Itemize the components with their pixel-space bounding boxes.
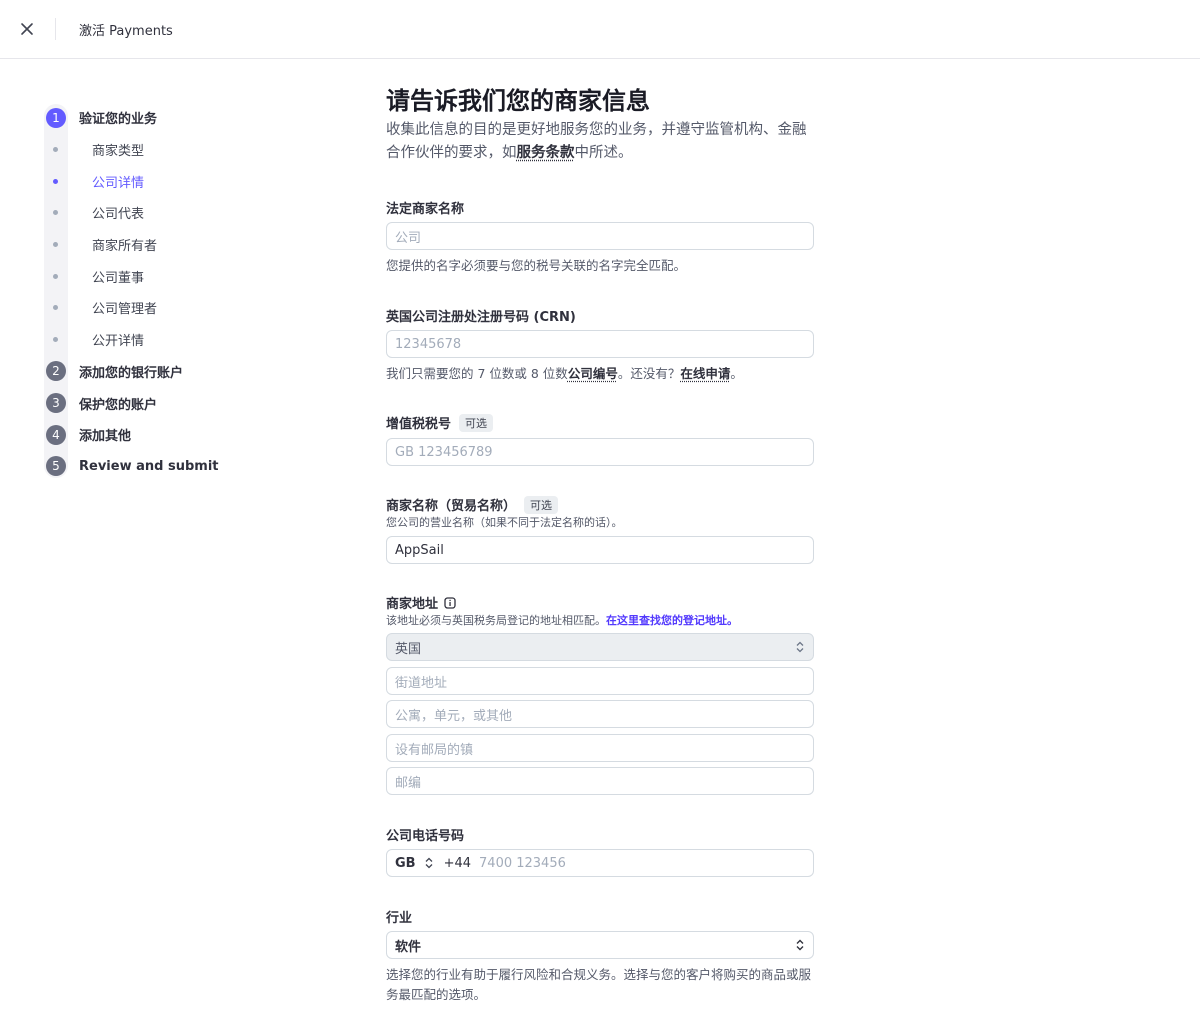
step-label: 添加您的银行账户	[79, 365, 184, 381]
step-label: Review and submit	[79, 458, 219, 474]
crn-help-text: 。还没有？	[617, 366, 681, 381]
substep-company-executives[interactable]: 公司管理者	[44, 292, 304, 324]
substep-label: 商家所有者	[92, 239, 158, 255]
industry-help: 选择您的行业有助于履行风险和合规义务。选择与您的客户将购买的商品或服务最匹配的选…	[386, 967, 812, 1002]
find-registered-address-link[interactable]: 在这里查找您的登记地址。	[606, 614, 738, 627]
page-description: 收集此信息的目的是更好地服务您的业务，并遵守监管机构、金融合作伙伴的要求，如服务…	[386, 119, 814, 165]
vat-input[interactable]: GB 123456789	[386, 438, 814, 466]
substep-dot	[53, 178, 58, 184]
phone-dial-code: +44	[443, 855, 472, 871]
substep-dot	[53, 273, 58, 279]
field-label-text: 商家名称（贸易名称）	[386, 499, 517, 514]
substep-public-details[interactable]: 公开详情	[44, 324, 304, 356]
postcode-input[interactable]: 邮编	[386, 767, 814, 795]
substep-label: 公司详情	[92, 175, 145, 191]
onboarding-steps-sidebar: 1 验证您的业务 商家类型 公司详情 公司代表 商家所有者 公司董事 公司管理者…	[44, 102, 304, 482]
step-add-bank-account[interactable]: 2 添加您的银行账户	[44, 356, 304, 388]
industry-select[interactable]: 软件	[386, 931, 814, 959]
apply-online-link[interactable]: 在线申请	[680, 366, 730, 381]
substep-company-details[interactable]: 公司详情	[44, 165, 304, 197]
substep-label: 公司董事	[92, 270, 145, 286]
apartment-unit-input[interactable]: 公寓，单元，或其他	[386, 700, 814, 728]
step-number-badge: 4	[46, 424, 66, 445]
legal-name-help: 您提供的名字必须要与您的税号关联的名字完全匹配。	[386, 258, 687, 273]
business-address-description: 该地址必须与英国税务局登记的地址相匹配。在这里查找您的登记地址。	[386, 612, 738, 628]
substep-business-type[interactable]: 商家类型	[44, 134, 304, 166]
industry-value: 软件	[395, 939, 422, 955]
step-verify-business[interactable]: 1 验证您的业务	[44, 102, 304, 134]
substep-dot	[53, 147, 58, 153]
field-label-text: 增值税税号	[386, 417, 452, 432]
page-title: 请告诉我们您的商家信息	[386, 87, 650, 115]
substep-dot	[53, 242, 58, 248]
step-number-badge: 3	[46, 393, 66, 414]
field-label-text: 法定商家名称	[386, 202, 465, 217]
company-phone-label: 公司电话号码	[386, 825, 464, 844]
field-label-text: 公司电话号码	[386, 829, 465, 844]
substep-business-owners[interactable]: 商家所有者	[44, 229, 304, 261]
terms-of-service-link[interactable]: 服务条款	[517, 145, 575, 161]
substep-label: 公开详情	[92, 334, 145, 350]
optional-badge: 可选	[524, 495, 559, 514]
address-desc-text: 该地址必须与英国税务局登记的地址相匹配。	[386, 614, 606, 627]
substep-label: 公司管理者	[92, 302, 158, 318]
trading-name-input[interactable]: AppSail	[386, 536, 814, 564]
street-address-input[interactable]: 街道地址	[386, 667, 814, 695]
business-address-label: 商家地址	[386, 593, 456, 612]
substep-company-directors[interactable]: 公司董事	[44, 260, 304, 292]
legal-name-input[interactable]: 公司	[386, 222, 814, 250]
chevron-updown-icon[interactable]	[424, 857, 434, 869]
field-label-text: 英国公司注册处注册号码 (CRN)	[386, 310, 576, 325]
close-icon	[21, 23, 33, 35]
post-town-input[interactable]: 设有邮局的镇	[386, 734, 814, 762]
step-number-badge: 2	[46, 361, 66, 382]
field-label-text: 商家地址	[386, 597, 439, 612]
legal-name-label: 法定商家名称	[386, 198, 464, 217]
chevron-updown-icon	[796, 641, 804, 653]
step-add-extras[interactable]: 4 添加其他	[44, 419, 304, 451]
company-phone-input[interactable]: GB +44 7400 123456	[386, 849, 814, 877]
step-number-badge: 1	[46, 107, 66, 128]
crn-help: 我们只需要您的 7 位数或 8 位数公司编号。还没有？在线申请。	[386, 364, 743, 384]
country-value: 英国	[395, 641, 422, 657]
trading-name-label: 商家名称（贸易名称） 可选	[386, 495, 559, 514]
step-review-submit[interactable]: 5 Review and submit	[44, 451, 304, 483]
optional-badge: 可选	[459, 413, 494, 432]
lead-text-suffix: 中所述。	[574, 145, 633, 161]
industry-label: 行业	[386, 907, 412, 926]
phone-placeholder: 7400 123456	[479, 855, 566, 871]
close-button[interactable]	[16, 18, 38, 40]
crn-input[interactable]: 12345678	[386, 330, 814, 358]
page-header-title: 激活 Payments	[79, 24, 173, 39]
field-label-text: 行业	[386, 911, 413, 926]
country-select[interactable]: 英国	[386, 633, 814, 661]
vat-label: 增值税税号 可选	[386, 413, 494, 432]
trading-name-description: 您公司的营业名称（如果不同于法定名称的话）。	[386, 516, 623, 529]
step-label: 保护您的账户	[79, 397, 158, 413]
crn-help-text: 。	[730, 366, 743, 381]
crn-help-text: 我们只需要您的 7 位数或 8 位数	[386, 366, 568, 381]
header-divider	[55, 18, 56, 40]
phone-country-select[interactable]: GB	[395, 856, 416, 871]
top-bar: 激活 Payments	[0, 0, 1200, 59]
substep-dot	[53, 337, 58, 343]
crn-label: 英国公司注册处注册号码 (CRN)	[386, 306, 576, 325]
step-label: 验证您的业务	[79, 112, 158, 128]
step-number-badge: 5	[46, 456, 66, 477]
business-info-form: 请告诉我们您的商家信息 收集此信息的目的是更好地服务您的业务，并遵守监管机构、金…	[386, 86, 814, 1002]
substep-label: 公司代表	[92, 207, 145, 223]
info-icon[interactable]	[444, 596, 456, 609]
step-secure-account[interactable]: 3 保护您的账户	[44, 387, 304, 419]
substep-company-representative[interactable]: 公司代表	[44, 197, 304, 229]
substep-dot	[53, 210, 58, 216]
step-label: 添加其他	[79, 429, 132, 445]
substep-label: 商家类型	[92, 144, 145, 160]
chevron-updown-icon	[796, 939, 804, 951]
substep-dot	[53, 305, 58, 311]
company-number-link[interactable]: 公司编号	[568, 366, 618, 381]
